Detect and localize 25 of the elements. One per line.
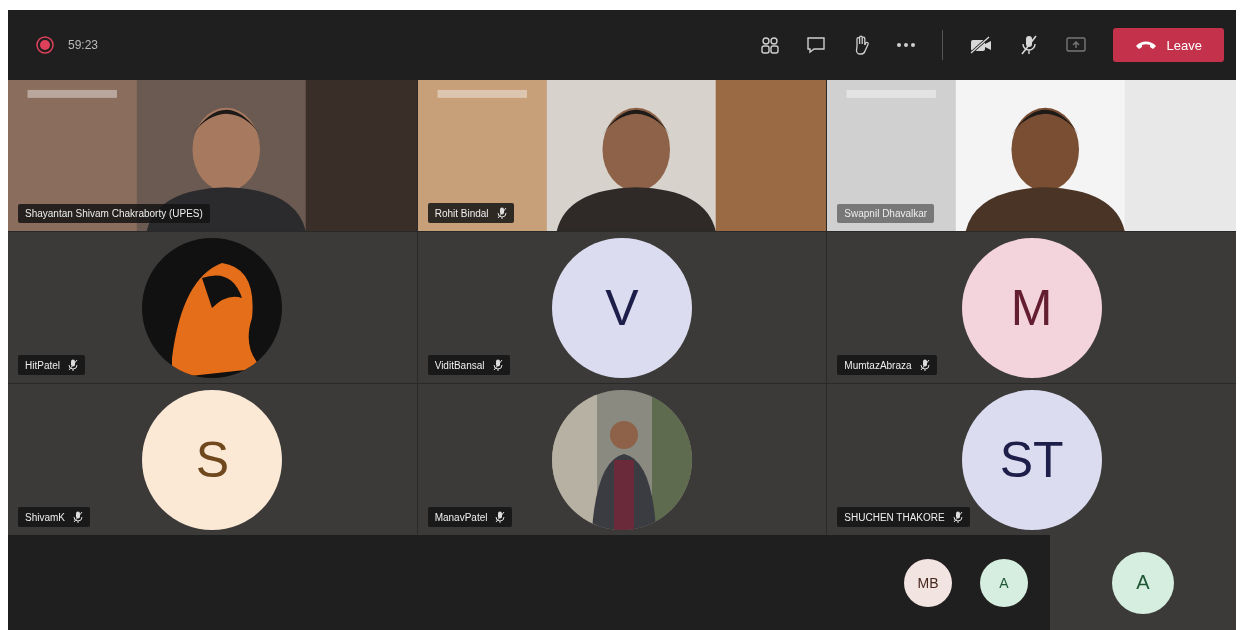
participant-name-tag: ShivamK bbox=[18, 507, 90, 527]
phone-icon bbox=[1134, 40, 1157, 50]
participants-icon[interactable] bbox=[759, 36, 780, 54]
leave-button[interactable]: Leave bbox=[1112, 28, 1224, 62]
more-options-icon[interactable] bbox=[895, 42, 916, 48]
camera-off-icon[interactable] bbox=[968, 36, 993, 54]
meeting-timer: 59:23 bbox=[68, 38, 99, 52]
participant-name-tag: ViditBansal bbox=[427, 355, 510, 375]
chat-icon[interactable] bbox=[805, 36, 826, 54]
microphone-off-icon[interactable] bbox=[1018, 34, 1039, 56]
participant-name-tag: MumtazAbraza bbox=[837, 355, 937, 375]
share-screen-icon[interactable] bbox=[1064, 36, 1087, 54]
avatar: A bbox=[1112, 551, 1174, 614]
avatar[interactable]: A bbox=[980, 558, 1028, 607]
avatar: ST bbox=[961, 389, 1102, 530]
participant-name-tag: Shayantan Shivam Chakraborty (UPES) bbox=[18, 204, 210, 223]
avatar: S bbox=[142, 389, 283, 530]
participant-name-tag: Rohit Bindal bbox=[427, 203, 514, 223]
avatar: M bbox=[961, 237, 1102, 378]
participant-name-tag: Swapnil Dhavalkar bbox=[837, 204, 935, 223]
participant-name-tag: SHUCHEN THAKORE bbox=[837, 507, 970, 527]
participant-name-tag: HitPatel bbox=[18, 355, 85, 375]
participant-name-tag: ManavPatel bbox=[427, 507, 513, 527]
avatar[interactable]: MB bbox=[904, 558, 952, 607]
avatar: V bbox=[552, 237, 692, 378]
